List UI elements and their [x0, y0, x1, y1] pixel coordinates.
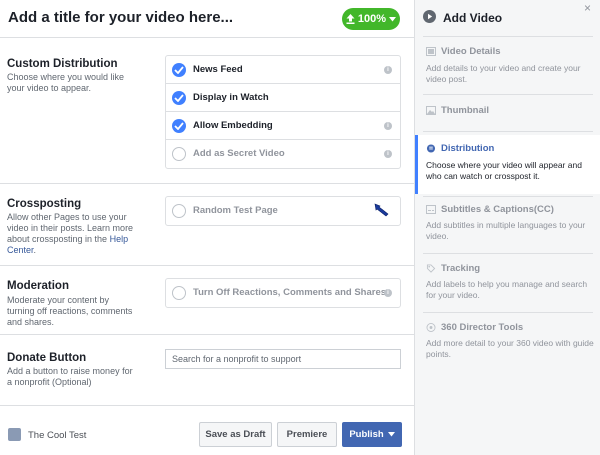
step-label: Video Details	[441, 46, 501, 57]
info-icon[interactable]: i	[384, 150, 392, 158]
sidebar-step-subtitles[interactable]: Subtitles & Captions(CC) Add subtitles i…	[415, 198, 600, 250]
sidebar-header: Add Video	[423, 10, 502, 26]
checked-icon[interactable]	[172, 63, 186, 77]
moderation-options: Turn Off Reactions, Comments and Shares …	[165, 278, 401, 308]
divider	[423, 312, 593, 313]
divider	[0, 334, 414, 335]
divider	[423, 131, 593, 132]
option-label: Turn Off Reactions, Comments and Shares	[193, 287, 387, 298]
upload-progress-value: 100%	[357, 13, 387, 25]
step-description: Add details to your video and create you…	[426, 63, 581, 84]
step-description: Add more detail to your 360 video with g…	[426, 338, 594, 359]
distribution-icon	[426, 144, 436, 153]
page-name: The Cool Test	[28, 430, 87, 441]
option-label: News Feed	[193, 64, 243, 75]
step-header: Video Details	[426, 46, 501, 57]
divider	[0, 265, 414, 266]
unchecked-icon[interactable]	[172, 147, 186, 161]
option-label: Random Test Page	[193, 205, 278, 216]
step-description: Choose where your video will appear and …	[426, 160, 582, 181]
sidebar-step-thumbnail[interactable]: Thumbnail	[415, 97, 600, 127]
distribution-options: News Feed i Display in Watch Allow Embed…	[165, 55, 401, 169]
info-icon[interactable]: i	[384, 66, 392, 74]
premiere-button[interactable]: Premiere	[277, 422, 337, 447]
chevron-down-icon	[387, 429, 395, 440]
option-label: Add as Secret Video	[193, 148, 285, 159]
moderation-title: Moderation	[7, 280, 69, 292]
film-icon	[426, 47, 436, 56]
step-header: Distribution	[426, 143, 494, 154]
divider	[423, 196, 593, 197]
divider	[423, 36, 593, 37]
main-panel: Add a title for your video here... 100% …	[0, 0, 414, 455]
option-display-in-watch[interactable]: Display in Watch	[166, 84, 400, 112]
crossposting-title: Crossposting	[7, 198, 82, 210]
director-icon	[426, 323, 436, 332]
divider	[423, 94, 593, 95]
captions-icon	[426, 205, 436, 214]
crossposting-options: Random Test Page	[165, 196, 401, 226]
add-video-sidebar: Add Video × Video Details Add details to…	[414, 0, 600, 455]
sidebar-title: Add Video	[443, 11, 503, 25]
option-random-test-page[interactable]: Random Test Page	[166, 197, 400, 225]
chevron-down-icon	[389, 16, 397, 22]
option-secret-video[interactable]: Add as Secret Video i	[166, 140, 400, 168]
step-header: Subtitles & Captions(CC)	[426, 204, 554, 215]
option-news-feed[interactable]: News Feed i	[166, 56, 400, 84]
donate-description: Add a button to raise money for a nonpro…	[7, 366, 133, 387]
video-title-input[interactable]: Add a title for your video here...	[8, 9, 233, 26]
divider	[423, 253, 593, 254]
step-label: Subtitles & Captions(CC)	[441, 204, 554, 215]
crossposting-period: .	[33, 245, 37, 255]
info-icon[interactable]: i	[384, 122, 392, 130]
image-icon	[426, 106, 436, 115]
option-allow-embedding[interactable]: Allow Embedding i	[166, 112, 400, 140]
publish-button[interactable]: Publish	[342, 422, 402, 447]
sidebar-step-tracking[interactable]: Tracking Add labels to help you manage a…	[415, 257, 600, 309]
option-label: Allow Embedding	[193, 120, 273, 131]
upload-icon	[346, 14, 355, 24]
header: Add a title for your video here... 100%	[0, 0, 414, 38]
step-label: Tracking	[441, 263, 481, 274]
unchecked-icon[interactable]	[172, 286, 186, 300]
nonprofit-search-input[interactable]: Search for a nonprofit to support	[165, 349, 401, 369]
divider	[0, 183, 414, 184]
step-header: Thumbnail	[426, 105, 489, 116]
checked-icon[interactable]	[172, 91, 186, 105]
page-avatar	[8, 428, 21, 441]
donate-title: Donate Button	[7, 352, 87, 364]
step-header: 360 Director Tools	[426, 322, 523, 333]
video-play-icon	[423, 10, 436, 26]
tag-icon	[426, 264, 436, 273]
option-turn-off-reactions[interactable]: Turn Off Reactions, Comments and Shares …	[166, 279, 400, 307]
publish-label: Publish	[349, 429, 384, 440]
unchecked-icon[interactable]	[172, 204, 186, 218]
save-as-draft-button[interactable]: Save as Draft	[199, 422, 272, 447]
sidebar-step-distribution[interactable]: Distribution Choose where your video wil…	[415, 135, 600, 194]
step-header: Tracking	[426, 263, 480, 274]
step-label: Thumbnail	[441, 105, 490, 116]
upload-progress-button[interactable]: 100%	[342, 8, 400, 30]
sidebar-step-360-director[interactable]: 360 Director Tools Add more detail to yo…	[415, 316, 600, 368]
footer: The Cool Test Save as Draft Premiere Pub…	[0, 405, 414, 455]
close-icon[interactable]: ×	[584, 2, 591, 14]
step-description: Add labels to help you manage and search…	[426, 279, 588, 300]
checked-icon[interactable]	[172, 119, 186, 133]
sidebar-step-video-details[interactable]: Video Details Add details to your video …	[415, 40, 600, 95]
crossposting-description: Allow other Pages to use your video in t…	[7, 212, 135, 256]
custom-distribution-title: Custom Distribution	[7, 58, 118, 70]
info-icon[interactable]: i	[384, 289, 392, 297]
step-description: Add subtitles in multiple languages to y…	[426, 220, 586, 241]
step-label: 360 Director Tools	[441, 322, 524, 333]
cursor-arrow-icon	[374, 203, 390, 220]
step-label: Distribution	[441, 143, 495, 154]
custom-distribution-description: Choose where you would like your video t…	[7, 72, 125, 93]
option-label: Display in Watch	[193, 92, 269, 103]
moderation-description: Moderate your content by turning off rea…	[7, 295, 133, 327]
